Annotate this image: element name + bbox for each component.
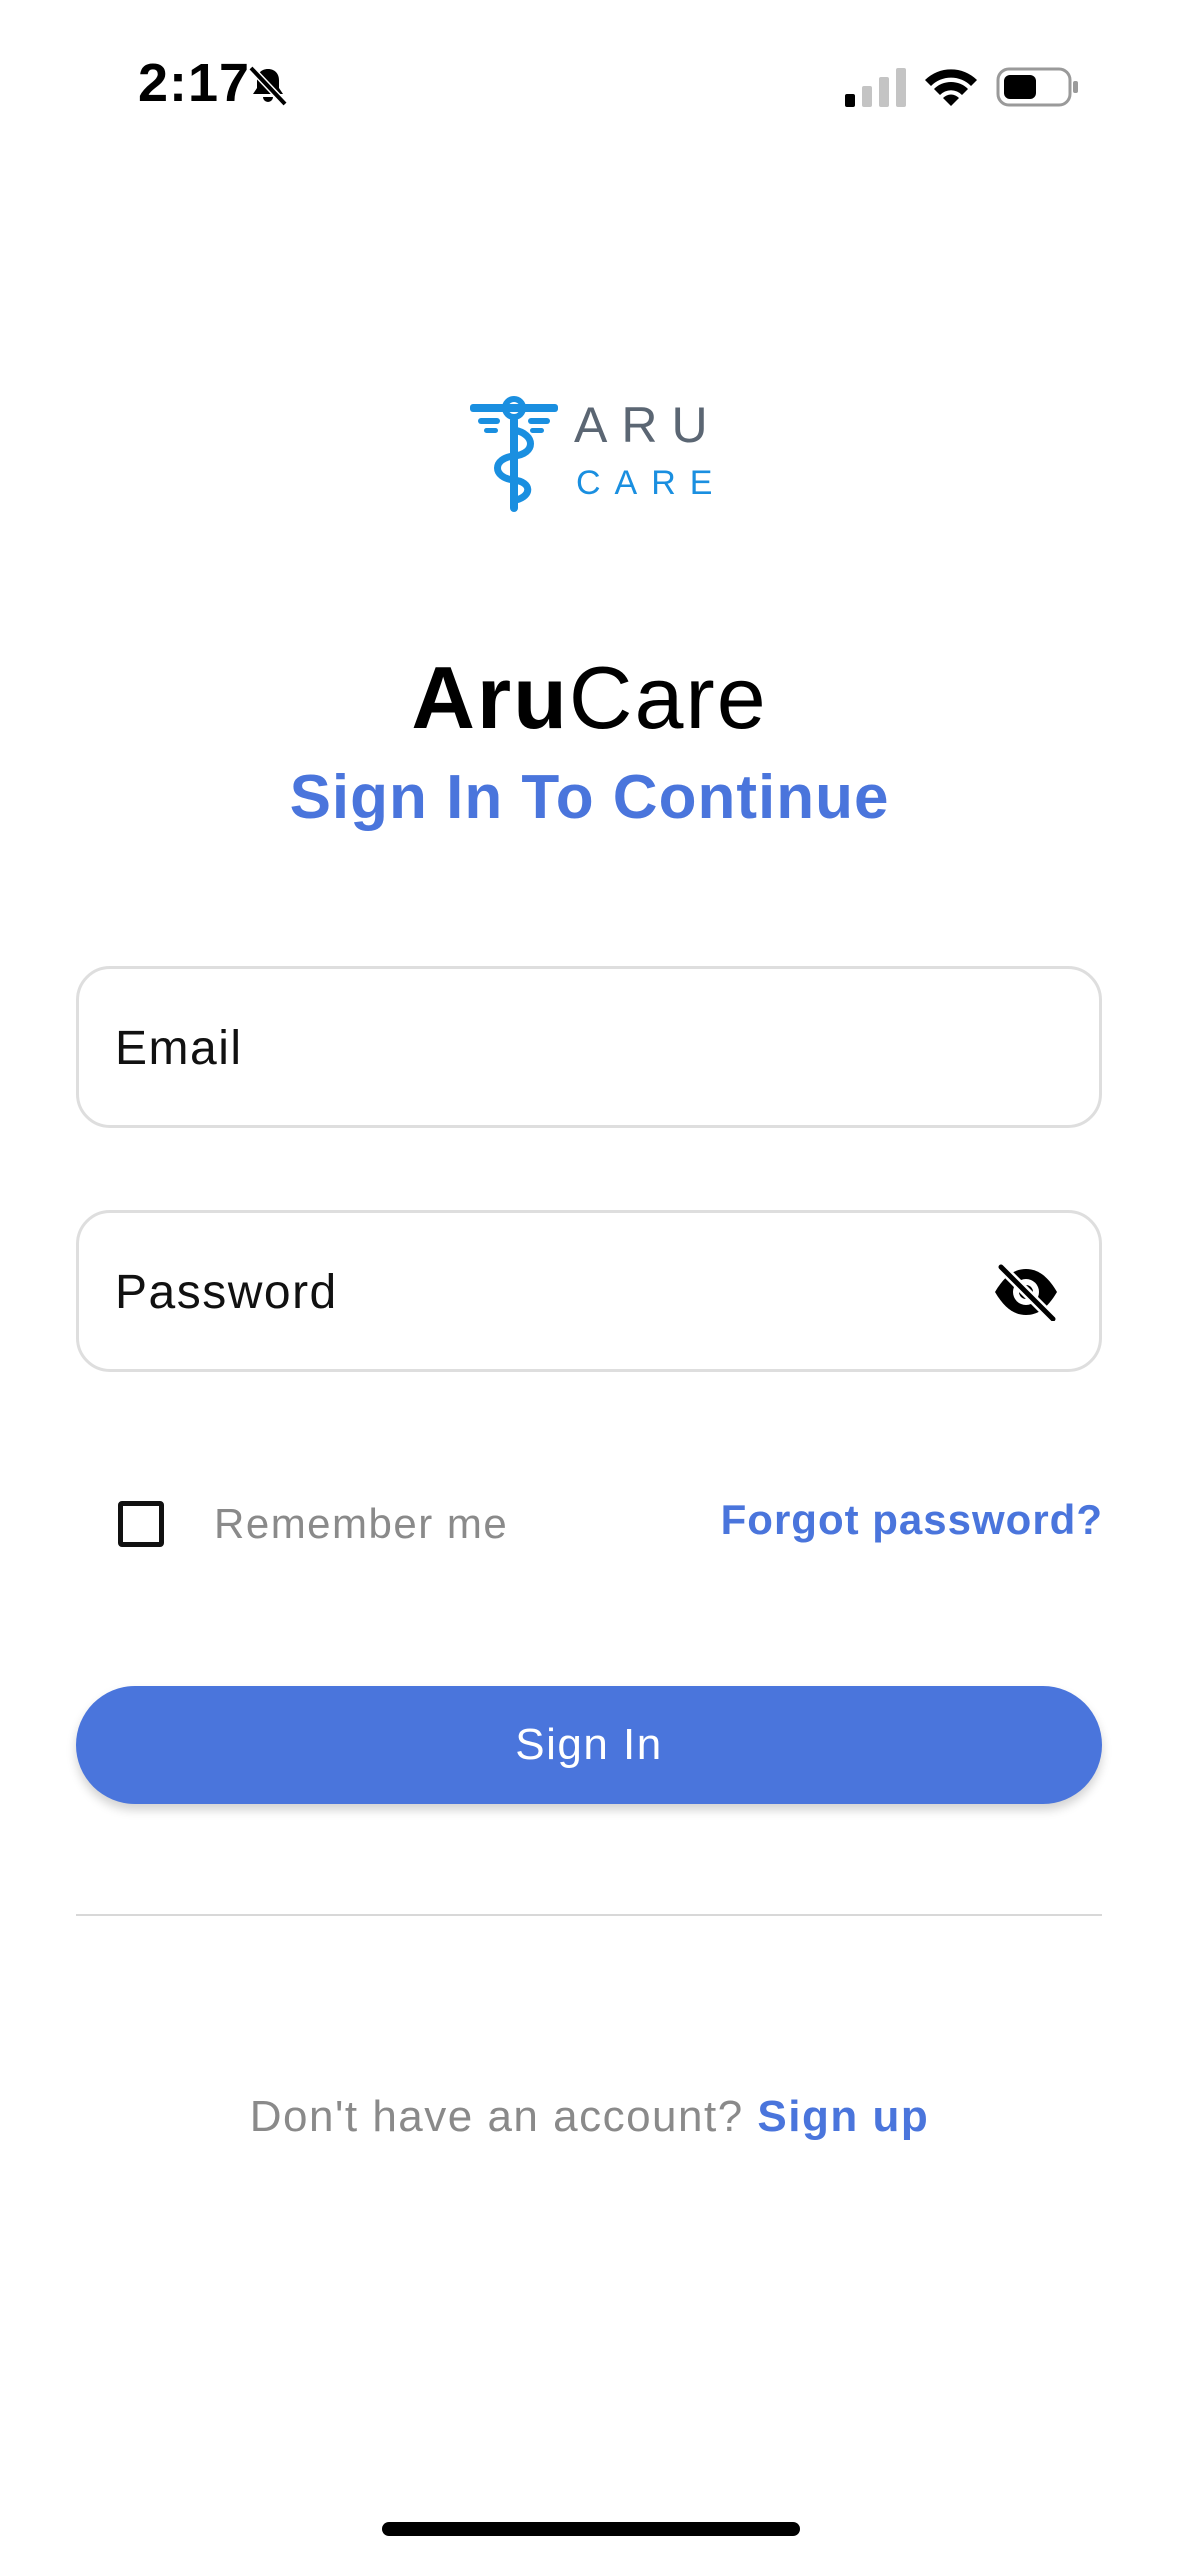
home-indicator[interactable] xyxy=(382,2522,800,2536)
status-time: 2:17 xyxy=(138,53,251,113)
remember-me-checkbox[interactable] xyxy=(118,1501,164,1547)
battery-icon xyxy=(996,67,1078,107)
signup-row: Don't have an account? Sign up xyxy=(0,2092,1179,2142)
caduceus-icon xyxy=(470,396,558,512)
app-title: AruCare xyxy=(0,648,1179,747)
logo-wordmark-top: ARU xyxy=(574,397,722,453)
signal-icon xyxy=(845,68,906,107)
password-field-container xyxy=(76,1210,1102,1372)
sign-up-link[interactable]: Sign up xyxy=(757,2092,929,2141)
wifi-icon xyxy=(925,69,977,106)
app-title-light: Care xyxy=(568,648,768,747)
email-field[interactable] xyxy=(113,969,997,1127)
remember-me-row: Remember me xyxy=(118,1492,508,1556)
bell-muted-icon xyxy=(248,65,288,107)
remember-me-label[interactable]: Remember me xyxy=(214,1500,508,1548)
password-field[interactable] xyxy=(113,1213,997,1371)
divider xyxy=(76,1914,1102,1916)
signup-prompt: Don't have an account? xyxy=(249,2092,758,2141)
page-subtitle: Sign In To Continue xyxy=(289,763,890,832)
eye-off-icon[interactable] xyxy=(991,1263,1061,1321)
brand-logo: ARU CARE xyxy=(470,396,712,516)
logo-wordmark-bottom: CARE xyxy=(576,464,727,502)
forgot-password-link[interactable]: Forgot password? xyxy=(721,1496,1103,1544)
status-bar: 2:17 xyxy=(0,0,1179,170)
app-title-bold: Aru xyxy=(411,648,569,747)
email-field-container xyxy=(76,966,1102,1128)
sign-in-button[interactable]: Sign In xyxy=(76,1686,1102,1804)
